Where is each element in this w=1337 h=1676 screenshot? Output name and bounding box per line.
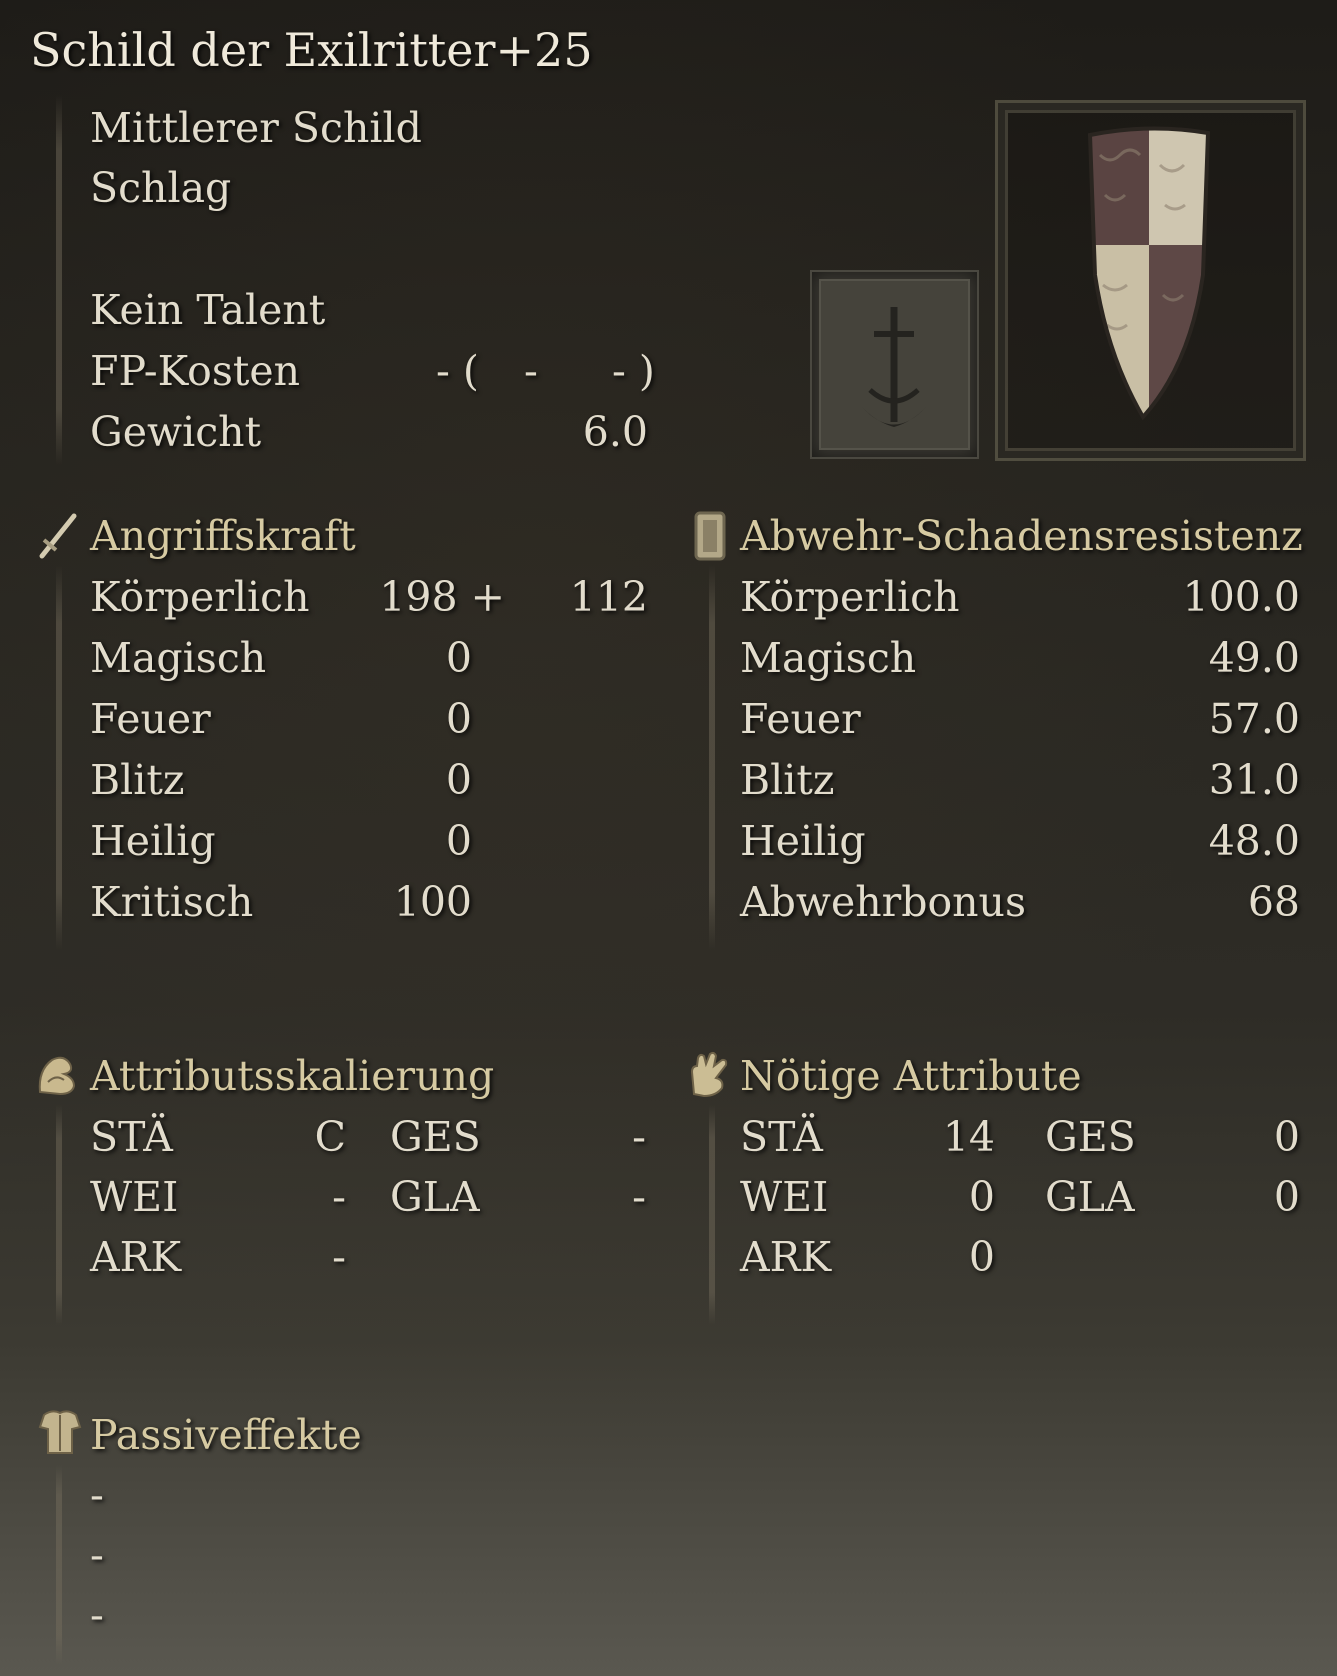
item-damage-type: Schlag	[90, 164, 232, 212]
shield-tablet-icon	[693, 510, 727, 566]
flexed-arm-icon	[34, 1052, 80, 1102]
requirements-divider	[709, 1105, 715, 1325]
attack-row-label: Heilig	[90, 817, 216, 865]
req-fai-value: 0	[1273, 1173, 1300, 1221]
scaling-dex-value: -	[632, 1113, 646, 1161]
attack-row-value: 0	[445, 634, 472, 682]
attack-section-title: Angriffskraft	[90, 512, 356, 560]
scaling-int-value: -	[332, 1173, 346, 1221]
scaling-fai-label: GLA	[390, 1173, 480, 1221]
guard-row-value: 100.0	[1182, 573, 1300, 621]
guard-row-value: 68	[1247, 878, 1300, 926]
weight-label: Gewicht	[90, 408, 262, 456]
guard-row-label: Feuer	[740, 695, 861, 743]
raised-hand-icon	[686, 1050, 732, 1102]
req-int-label: WEI	[740, 1173, 829, 1221]
scaling-section-title: Attributsskalierung	[90, 1052, 495, 1100]
req-dex-label: GES	[1045, 1113, 1136, 1161]
req-fai-label: GLA	[1045, 1173, 1135, 1221]
guard-divider	[709, 565, 715, 950]
scaling-int-label: WEI	[90, 1173, 179, 1221]
fp-cost-close: - )	[612, 347, 655, 395]
attack-row-value: 0	[445, 695, 472, 743]
guard-row-label: Abwehrbonus	[740, 878, 1026, 926]
attack-row-bonus: 112	[569, 573, 648, 621]
scaling-dex-label: GES	[390, 1113, 481, 1161]
weight-value: 6.0	[582, 408, 648, 456]
item-skill: Kein Talent	[90, 286, 326, 334]
attack-row-value: 0	[445, 817, 472, 865]
item-name: Schild der Exilritter+25	[30, 23, 593, 77]
attack-row-label: Magisch	[90, 634, 267, 682]
attack-row-label: Kritisch	[90, 878, 254, 926]
attack-row-value: 100	[393, 878, 472, 926]
heater-shield-icon	[1085, 125, 1215, 429]
guard-row-value: 48.0	[1208, 817, 1300, 865]
scaling-str-label: STÄ	[90, 1113, 173, 1161]
guard-row-label: Körperlich	[740, 573, 960, 621]
scaling-arc-value: -	[332, 1233, 346, 1281]
req-arc-value: 0	[968, 1233, 995, 1281]
scaling-divider	[56, 1105, 62, 1325]
attack-row-label: Blitz	[90, 756, 185, 804]
attack-row-value: 0	[445, 756, 472, 804]
guard-row-label: Magisch	[740, 634, 917, 682]
req-str-label: STÄ	[740, 1113, 823, 1161]
attack-divider	[56, 565, 62, 950]
item-category: Mittlerer Schild	[90, 104, 422, 152]
req-int-value: 0	[968, 1173, 995, 1221]
req-dex-value: 0	[1273, 1113, 1300, 1161]
attack-row-label: Feuer	[90, 695, 211, 743]
passive-divider	[56, 1465, 62, 1665]
fp-cost-mid: -	[524, 347, 538, 395]
scaling-str-value: C	[314, 1113, 346, 1161]
attack-row-label: Körperlich	[90, 573, 310, 621]
passive-section-title: Passiveffekte	[90, 1411, 362, 1459]
attack-row-value: 198 +	[379, 573, 505, 621]
guard-section-title: Abwehr-Schadensresistenz	[740, 512, 1303, 560]
req-arc-label: ARK	[740, 1233, 832, 1281]
guard-row-label: Heilig	[740, 817, 866, 865]
guard-row-value: 49.0	[1208, 634, 1300, 682]
fp-cost-open: - (	[436, 347, 479, 395]
sword-icon	[36, 510, 80, 564]
req-str-value: 14	[942, 1113, 995, 1161]
scaling-arc-label: ARK	[90, 1233, 182, 1281]
info-divider	[56, 95, 62, 465]
passive-item: -	[90, 1591, 104, 1639]
guard-row-value: 31.0	[1208, 756, 1300, 804]
passive-item: -	[90, 1531, 104, 1579]
passive-item: -	[90, 1471, 104, 1519]
fp-cost-label: FP-Kosten	[90, 347, 301, 395]
sword-emblem-icon	[810, 270, 979, 459]
armor-torso-icon	[36, 1407, 84, 1461]
guard-row-label: Blitz	[740, 756, 835, 804]
requirements-section-title: Nötige Attribute	[740, 1052, 1082, 1100]
scaling-fai-value: -	[632, 1173, 646, 1221]
guard-row-value: 57.0	[1208, 695, 1300, 743]
